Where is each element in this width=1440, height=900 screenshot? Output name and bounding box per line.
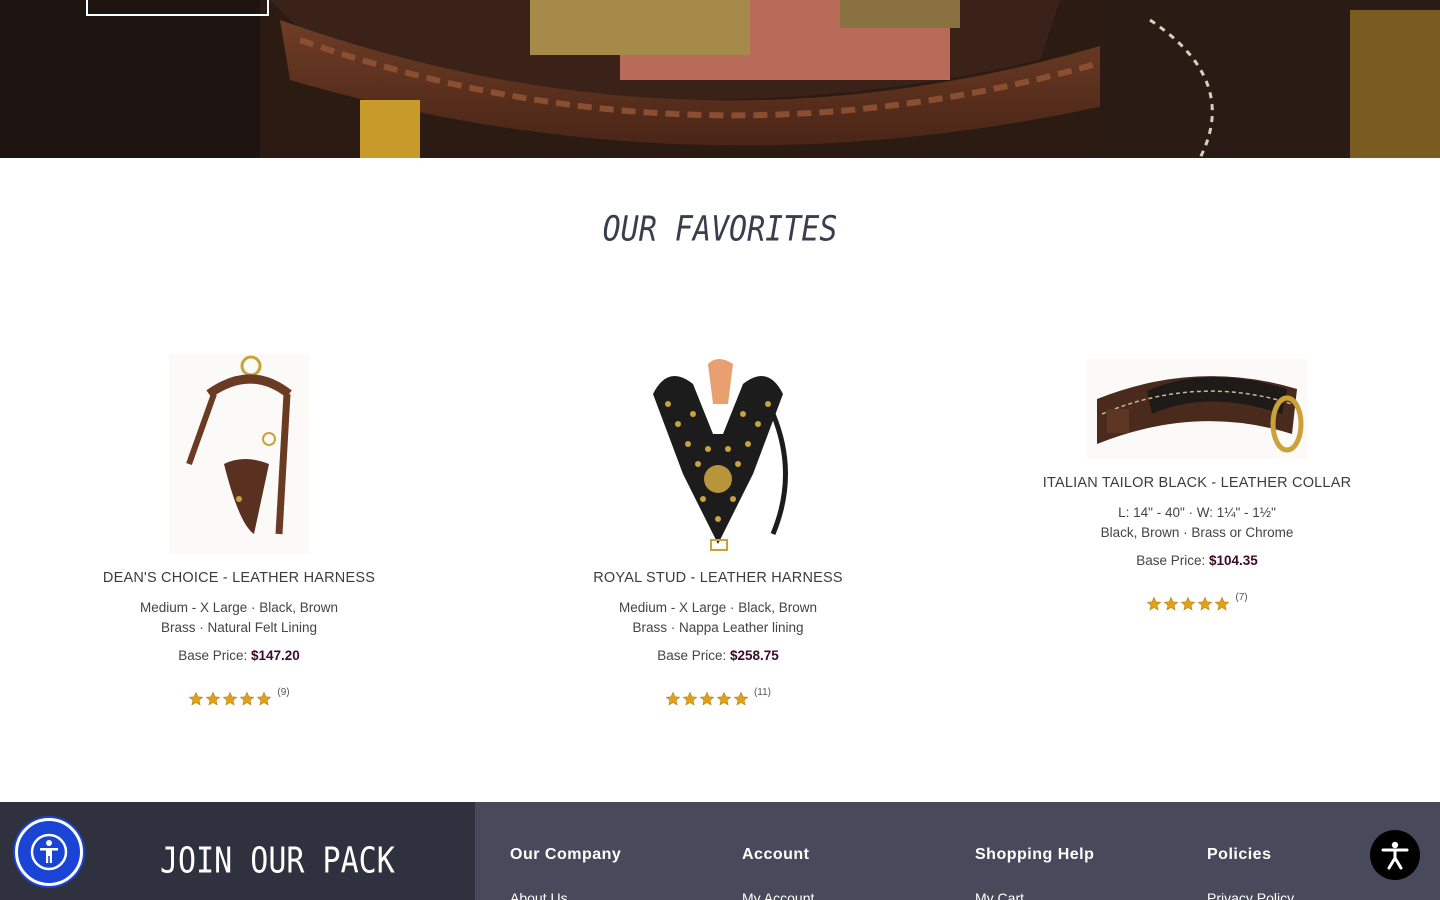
star-rating (188, 691, 272, 707)
accessibility-menu-button[interactable] (15, 818, 83, 886)
price-label: Base Price: (657, 648, 727, 663)
accessibility-figure-icon (1381, 841, 1409, 870)
product-spec-line: Black, Brown · Brass or Chrome (1100, 525, 1294, 540)
footer-column-company: Our Company About Us (510, 846, 621, 900)
footer-column-policies: Policies Privacy Policy (1207, 846, 1294, 900)
footer-column-account: Account My Account (742, 846, 814, 900)
product-name[interactable]: ROYAL STUD - LEATHER HARNESS (508, 570, 928, 586)
star-icon (716, 691, 732, 706)
footer-column-heading: Policies (1207, 846, 1272, 863)
accessibility-person-icon (30, 833, 68, 871)
footer-column-heading: Shopping Help (975, 846, 1095, 863)
join-pack-title: JOIN OUR PACK (160, 840, 395, 882)
product-spec-line: Medium - X Large · Black, Brown (618, 600, 818, 615)
star-icon (189, 691, 204, 706)
brown-leather-harness-image (169, 354, 309, 554)
footer-column-shopping-help: Shopping Help My Cart (975, 846, 1094, 900)
product-image[interactable] (169, 354, 309, 554)
product-image[interactable] (1087, 359, 1307, 459)
product-spec-line: Medium - X Large · Black, Brown (139, 600, 339, 615)
star-icon (733, 691, 749, 706)
product-rating[interactable]: (9) (188, 687, 290, 707)
hero-leather-image (0, 0, 1440, 158)
hero-banner (0, 0, 1440, 158)
hero-cta-button[interactable] (86, 0, 269, 16)
star-icon (223, 691, 238, 706)
product-spec-line: Brass · Natural Felt Lining (160, 620, 318, 635)
star-icon (1215, 596, 1230, 611)
product-name[interactable]: DEAN'S CHOICE - LEATHER HARNESS (29, 570, 449, 586)
star-icon (1198, 596, 1213, 611)
price-value: $258.75 (729, 648, 779, 663)
footer-link[interactable]: My Account (742, 890, 814, 900)
studded-black-harness-image (633, 354, 803, 554)
review-count[interactable]: (11) (754, 687, 771, 698)
footer-link[interactable]: Privacy Policy (1207, 890, 1294, 900)
product-card[interactable]: ROYAL STUD - LEATHER HARNESS Medium - X … (508, 354, 928, 711)
product-card[interactable]: ITALIAN TAILOR BLACK - LEATHER COLLAR L:… (987, 359, 1407, 616)
star-icon (682, 691, 698, 706)
footer-column-heading: Our Company (510, 846, 622, 863)
star-icon (206, 691, 221, 706)
star-icon (665, 691, 681, 706)
product-image[interactable] (633, 354, 803, 554)
product-card[interactable]: DEAN'S CHOICE - LEATHER HARNESS Medium -… (29, 354, 449, 711)
product-price: Base Price: $258.75 (508, 648, 928, 663)
price-value: $104.35 (1208, 553, 1258, 568)
star-icon (1147, 596, 1162, 611)
accessibility-widget-button[interactable] (1370, 830, 1420, 880)
star-icon (1164, 596, 1179, 611)
review-count[interactable]: (7) (1235, 592, 1247, 603)
star-icon (1181, 596, 1196, 611)
section-title: OUR FAVORITES (602, 209, 838, 250)
price-value: $147.20 (250, 648, 300, 663)
product-spec-line: Brass · Nappa Leather lining (632, 620, 804, 635)
star-icon (257, 691, 272, 706)
star-icon (240, 691, 255, 706)
brown-leather-collar-image (1087, 359, 1307, 459)
product-spec-line: L: 14" - 40" · W: 1¼" - 1½" (1118, 505, 1276, 520)
product-rating[interactable]: (7) (1146, 592, 1248, 612)
price-label: Base Price: (1136, 553, 1206, 568)
footer-link[interactable]: My Cart (975, 890, 1094, 900)
product-name[interactable]: ITALIAN TAILOR BLACK - LEATHER COLLAR (987, 475, 1407, 491)
price-label: Base Price: (178, 648, 248, 663)
star-rating (1146, 596, 1230, 612)
footer-column-heading: Account (742, 846, 810, 863)
review-count[interactable]: (9) (277, 687, 289, 698)
product-price: Base Price: $147.20 (29, 648, 449, 663)
star-rating (665, 691, 749, 707)
product-price: Base Price: $104.35 (987, 553, 1407, 568)
star-icon (699, 691, 715, 706)
product-rating[interactable]: (11) (665, 687, 771, 707)
footer-link[interactable]: About Us (510, 890, 621, 900)
